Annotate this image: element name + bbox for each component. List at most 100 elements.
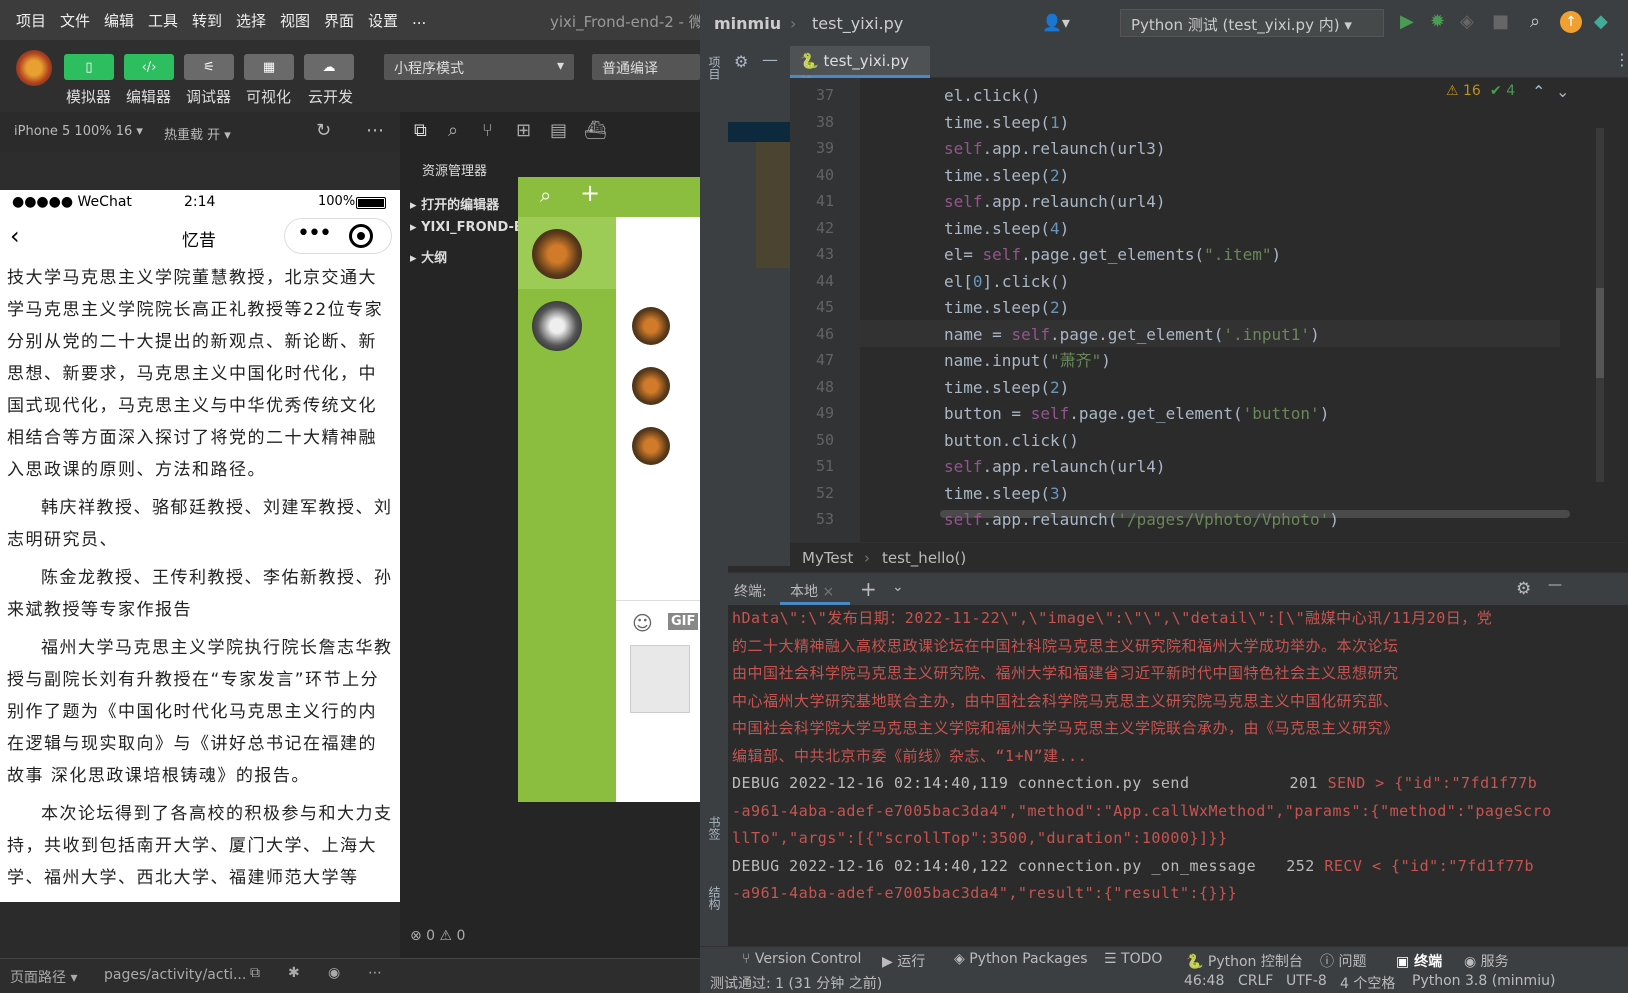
structure-tool[interactable]: 结构 bbox=[706, 886, 723, 910]
menu-file[interactable]: 文件 bbox=[60, 10, 90, 31]
tab-test-yixi[interactable]: 🐍 test_yixi.py × bbox=[790, 46, 930, 88]
simulator-button[interactable]: ▯ bbox=[64, 54, 114, 80]
stop-icon[interactable]: ■ bbox=[1492, 11, 1509, 32]
copy-icon[interactable]: ⧉ bbox=[250, 965, 260, 981]
tool-run[interactable]: ▶ 运行 bbox=[882, 951, 925, 971]
storage-icon[interactable]: ▤ bbox=[550, 120, 567, 141]
menu-capsule[interactable]: ••• bbox=[284, 218, 392, 254]
breadcrumb-method[interactable]: test_hello() bbox=[882, 549, 966, 567]
menu-edit[interactable]: 编辑 bbox=[104, 10, 134, 31]
hotreload-toggle[interactable]: 热重载 开 ▾ bbox=[164, 124, 231, 143]
tree-open-editors[interactable]: ▸ 打开的编辑器 bbox=[410, 194, 499, 213]
tool-services[interactable]: ◉ 服务 bbox=[1464, 951, 1509, 971]
scrollbar-thumb[interactable] bbox=[1596, 288, 1604, 378]
refresh-icon[interactable]: ↻ bbox=[316, 120, 331, 141]
tab-local[interactable]: 本地 × bbox=[780, 573, 850, 605]
code-line[interactable]: time.sleep(2) bbox=[944, 294, 1069, 321]
tree-project[interactable]: ▸ YIXI_FROND-E bbox=[410, 220, 523, 235]
code-line[interactable]: el[0].click() bbox=[944, 268, 1069, 295]
gear-icon[interactable]: ⚙ bbox=[734, 52, 748, 71]
eye-icon[interactable]: ◉ bbox=[328, 965, 340, 981]
code-line[interactable]: el= self.page.get_elements(".item") bbox=[944, 241, 1281, 268]
tool-version-control[interactable]: ⑂ Version Control bbox=[742, 951, 861, 967]
visual-button[interactable]: ▦ bbox=[244, 54, 294, 80]
page-path-label[interactable]: 页面路径 ▾ bbox=[10, 967, 77, 987]
menu-interface[interactable]: 界面 bbox=[324, 10, 354, 31]
code-line[interactable]: time.sleep(3) bbox=[944, 480, 1069, 507]
chevron-down-icon[interactable]: ⌄ bbox=[892, 579, 904, 595]
extensions-icon[interactable]: ⊞ bbox=[516, 120, 531, 141]
menu-project[interactable]: 项目 bbox=[16, 10, 46, 31]
menu-select[interactable]: 选择 bbox=[236, 10, 266, 31]
encoding[interactable]: UTF-8 bbox=[1286, 973, 1327, 989]
more-dots-icon[interactable]: ••• bbox=[297, 221, 332, 246]
warning-icon[interactable]: ⚠ 16 bbox=[1446, 83, 1481, 99]
files-icon[interactable]: ⧉ bbox=[414, 120, 427, 141]
menu-tools[interactable]: 工具 bbox=[148, 10, 178, 31]
code-line[interactable]: time.sleep(1) bbox=[944, 109, 1069, 136]
tool-todo[interactable]: ☰ TODO bbox=[1104, 951, 1162, 967]
emoji-icon[interactable]: ☺ bbox=[632, 611, 653, 635]
project-tool[interactable]: 项目 bbox=[706, 56, 723, 80]
menu-goto[interactable]: 转到 bbox=[192, 10, 222, 31]
code-line[interactable]: self.app.relaunch(url4) bbox=[944, 453, 1166, 480]
search-icon[interactable]: ⌕ bbox=[1530, 11, 1540, 32]
device-select[interactable]: iPhone 5 100% 16 ▾ bbox=[14, 124, 143, 139]
avatar[interactable] bbox=[16, 50, 52, 86]
add-icon[interactable]: + bbox=[580, 179, 600, 207]
user-icon[interactable]: 👤▾ bbox=[1042, 13, 1070, 32]
code-line[interactable]: time.sleep(4) bbox=[944, 215, 1069, 242]
chevron-up-icon[interactable]: ⌃ bbox=[1532, 82, 1545, 101]
debugger-button[interactable]: ⚟ bbox=[184, 54, 234, 80]
project-name[interactable]: minmiu bbox=[714, 14, 781, 33]
code-line[interactable]: button = self.page.get_element('button') bbox=[944, 400, 1329, 427]
scrollbar[interactable] bbox=[1596, 128, 1604, 482]
line-ending[interactable]: CRLF bbox=[1238, 973, 1273, 989]
interpreter[interactable]: Python 3.8 (minmiu) bbox=[1412, 973, 1555, 989]
tool-python-packages[interactable]: ◈ Python Packages bbox=[954, 951, 1088, 967]
code-line[interactable]: self.app.relaunch('/pages/Vphoto/Vphoto'… bbox=[944, 506, 1339, 533]
error-count[interactable]: ⊗ 0 ⚠ 0 bbox=[410, 928, 465, 944]
mode-select[interactable]: 小程序模式 ▾ bbox=[384, 54, 574, 80]
search-icon[interactable]: ⌕ bbox=[448, 120, 458, 141]
gear-icon[interactable]: ⚙ bbox=[1516, 579, 1531, 599]
code-line[interactable]: time.sleep(2) bbox=[944, 162, 1069, 189]
tree-row-selected[interactable] bbox=[728, 122, 790, 142]
bookmarks-tool[interactable]: 书签 bbox=[706, 816, 723, 840]
debug-icon[interactable]: ✹ bbox=[1430, 11, 1445, 32]
menu-view[interactable]: 视图 bbox=[280, 10, 310, 31]
tool-python-console[interactable]: 🐍 Python 控制台 bbox=[1186, 951, 1303, 971]
tree-outline[interactable]: ▸ 大纲 bbox=[410, 247, 447, 266]
menu-settings[interactable]: 设置 bbox=[368, 10, 398, 31]
minimize-icon[interactable]: — bbox=[1548, 577, 1562, 593]
run-config-select[interactable]: Python 测试 (test_yixi.py 内) ▾ bbox=[1120, 9, 1384, 37]
tool-terminal[interactable]: ▣ 终端 bbox=[1396, 951, 1442, 971]
code-editor[interactable]: ⚠ 16 ✔ 4 ⌃ ⌄ el.click() time.sleep(1) self… bbox=[860, 78, 1628, 542]
code-line[interactable]: time.sleep(2) bbox=[944, 374, 1069, 401]
current-file[interactable]: test_yixi.py bbox=[812, 14, 903, 33]
run-icon[interactable]: ▶ bbox=[1400, 11, 1414, 32]
compile-select[interactable]: 普通编译 bbox=[592, 54, 700, 80]
image-thumbnail[interactable] bbox=[630, 645, 690, 713]
close-mini-program-icon[interactable] bbox=[349, 224, 373, 248]
more-icon[interactable]: ⋯ bbox=[368, 965, 382, 981]
search-icon[interactable]: ⌕ bbox=[540, 183, 551, 207]
code-line[interactable]: button.click() bbox=[944, 427, 1079, 454]
chevron-down-icon[interactable]: ⌄ bbox=[1556, 82, 1569, 101]
bug-icon[interactable]: ✱ bbox=[288, 965, 300, 981]
code-line[interactable]: self.app.relaunch(url3) bbox=[944, 135, 1166, 162]
more-icon[interactable]: ⋮ bbox=[1614, 50, 1628, 69]
breadcrumb-class[interactable]: MyTest bbox=[802, 549, 853, 567]
check-icon[interactable]: ✔ 4 bbox=[1490, 83, 1515, 99]
code-line[interactable]: el.click() bbox=[944, 82, 1040, 109]
cursor-position[interactable]: 46:48 bbox=[1184, 973, 1224, 989]
minimize-icon[interactable]: — bbox=[762, 50, 778, 69]
back-icon[interactable]: ‹ bbox=[10, 222, 20, 250]
add-icon[interactable]: + bbox=[860, 577, 877, 601]
indent[interactable]: 4 个空格 bbox=[1340, 973, 1395, 993]
code-line[interactable]: self.app.relaunch(url4) bbox=[944, 188, 1166, 215]
gif-icon[interactable]: GIF bbox=[668, 613, 699, 630]
tests-status[interactable]: 测试通过: 1 (31 分钟 之前) bbox=[710, 973, 882, 993]
terminal-output[interactable]: hData\":\"发布日期：2022-11-22\",\"image\":\"… bbox=[728, 605, 1598, 947]
git-branch-icon[interactable]: ⑂ bbox=[482, 120, 493, 141]
